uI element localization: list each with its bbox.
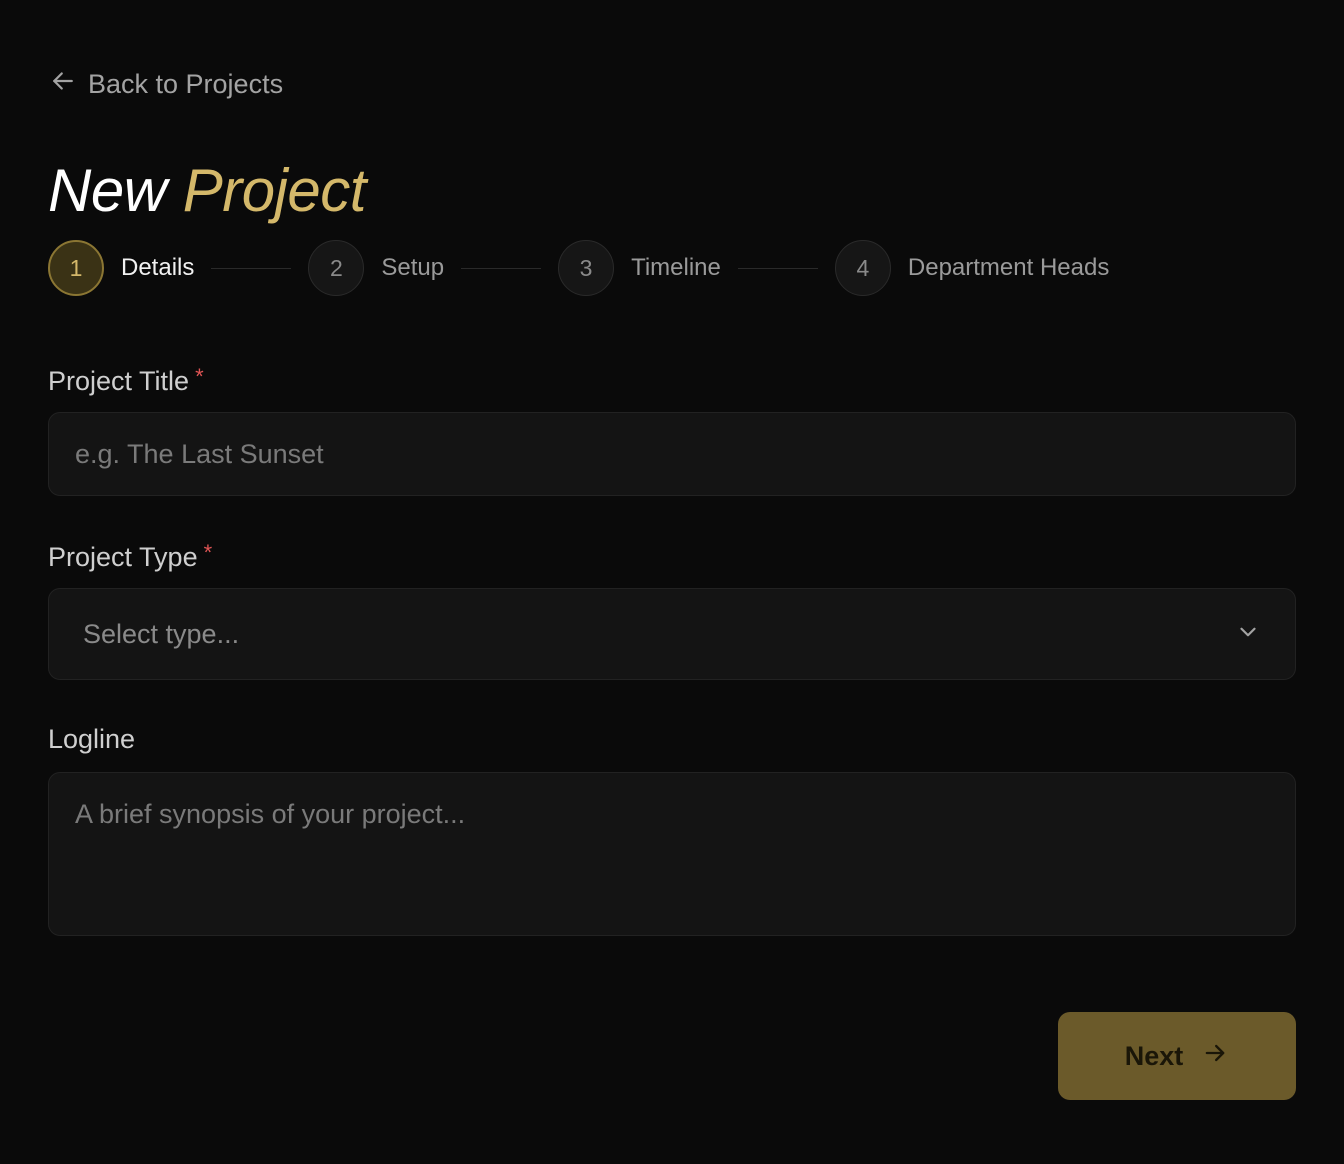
step-number: 3 [558,240,615,296]
step-label: Details [121,254,195,281]
arrow-left-icon [48,66,78,103]
next-button-label: Next [1124,1040,1184,1071]
logline-label: Logline [48,724,135,755]
project-title-label-text: Project Title [48,366,190,396]
step-indicator: 1 Details 2 Setup 3 Timeline 4 Departmen… [48,240,1109,296]
step-connector [737,267,818,269]
new-project-page: Back to Projects New Project 1 Details 2… [0,0,1344,1164]
required-indicator: * [203,540,213,565]
step-number: 1 [48,240,104,296]
step-connector [461,267,542,269]
required-indicator: * [195,364,204,389]
step-details[interactable]: 1 Details [48,240,194,296]
step-number: 4 [834,240,891,296]
step-label: Department Heads [907,254,1110,281]
step-label: Setup [381,254,445,281]
step-number: 2 [308,240,365,296]
step-department-heads[interactable]: 4 Department Heads [834,240,1110,296]
back-link-label: Back to Projects [88,69,284,99]
step-setup[interactable]: 2 Setup [308,240,444,296]
arrow-right-icon [1201,1039,1229,1074]
step-connector [211,267,292,269]
page-title-part-2: Project [182,157,367,224]
project-type-label: Project Type * [48,540,212,573]
project-title-input[interactable] [48,412,1296,496]
step-timeline[interactable]: 3 Timeline [558,240,721,296]
next-button[interactable]: Next [1058,1012,1296,1100]
back-to-projects-link[interactable]: Back to Projects [48,66,283,103]
page-title-part-1: New [48,157,167,224]
chevron-down-icon [1235,619,1261,650]
logline-label-text: Logline [48,724,136,754]
logline-textarea[interactable] [48,772,1296,936]
project-type-label-text: Project Type [48,542,198,572]
page-title: New Project [48,156,366,226]
project-type-select[interactable]: Select type... [48,588,1296,680]
project-title-label: Project Title * [48,364,204,397]
project-type-selected-value: Select type... [83,618,240,649]
step-label: Timeline [631,254,721,281]
